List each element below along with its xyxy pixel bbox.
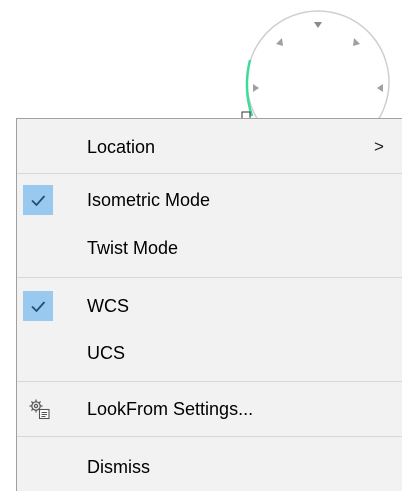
menu-item-wcs[interactable]: WCS — [17, 288, 402, 324]
wcs-checkmark — [23, 291, 53, 321]
submenu-arrow-icon: > — [374, 137, 384, 156]
settings-gear-icon — [29, 399, 50, 420]
menu-separator — [17, 436, 402, 437]
menu-item-lookfrom-settings-label: LookFrom Settings... — [87, 399, 254, 419]
menu-item-location-label: Location — [87, 137, 156, 157]
menu-separator — [17, 381, 402, 382]
menu-item-wcs-label: WCS — [87, 296, 129, 316]
checkmark-icon — [31, 195, 46, 207]
menu-item-isometric-mode[interactable]: Isometric Mode — [17, 182, 402, 218]
menu-item-twist-mode-label: Twist Mode — [87, 238, 179, 258]
menu-item-ucs[interactable]: UCS — [17, 335, 402, 371]
menu-item-location[interactable]: Location > — [17, 129, 402, 165]
menu-item-isometric-mode-label: Isometric Mode — [87, 190, 211, 210]
menu-item-twist-mode[interactable]: Twist Mode — [17, 230, 402, 266]
menu-item-lookfrom-settings[interactable]: LookFrom Settings... — [17, 391, 402, 427]
menu-item-dismiss[interactable]: Dismiss — [17, 449, 402, 485]
context-menu: Location > Isometric Mode Twist Mode WCS… — [16, 118, 402, 491]
isometric-checkmark — [23, 185, 53, 215]
checkmark-icon — [31, 301, 46, 313]
menu-separator — [17, 173, 402, 174]
menu-item-dismiss-label: Dismiss — [87, 457, 150, 477]
menu-item-ucs-label: UCS — [87, 343, 126, 363]
menu-separator — [17, 277, 402, 278]
